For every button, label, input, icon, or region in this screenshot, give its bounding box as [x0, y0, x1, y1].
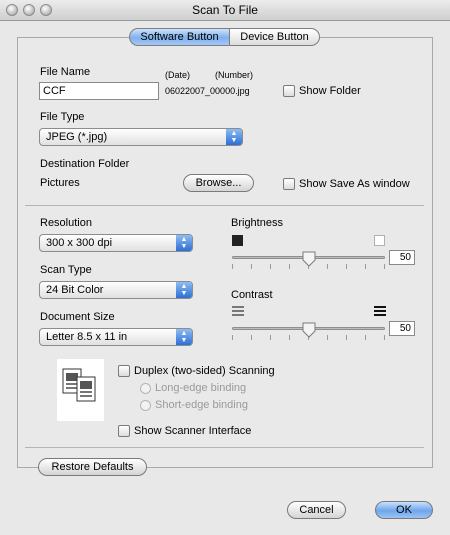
- file-type-value: JPEG (*.jpg): [46, 131, 108, 143]
- file-name-sample: 06022007_00000.jpg: [165, 86, 250, 96]
- tab-software-button[interactable]: Software Button: [129, 28, 230, 46]
- duplex-preview-image: [57, 359, 104, 421]
- show-folder-checkbox[interactable]: [283, 85, 295, 97]
- scanner-interface-label: Show Scanner Interface: [134, 425, 252, 437]
- show-save-as-checkbox[interactable]: [283, 178, 295, 190]
- low-contrast-icon: [232, 306, 244, 316]
- separator: [25, 447, 424, 448]
- resolution-popup[interactable]: 300 x 300 dpi ▲ ▼: [39, 234, 193, 252]
- high-contrast-icon: [374, 306, 386, 316]
- file-name-field[interactable]: CCF: [39, 82, 159, 100]
- scanner-interface-checkbox[interactable]: [118, 425, 130, 437]
- duplex-label: Duplex (two-sided) Scanning: [134, 365, 275, 377]
- file-type-label: File Type: [40, 111, 85, 123]
- duplex-checkbox[interactable]: [118, 365, 130, 377]
- resolution-label: Resolution: [40, 217, 92, 229]
- separator: [25, 205, 424, 206]
- destination-folder-label: Destination Folder: [40, 158, 130, 170]
- light-square-icon: [374, 235, 385, 246]
- popup-arrows-icon: ▲ ▼: [176, 282, 192, 298]
- show-folder-label: Show Folder: [299, 85, 361, 97]
- document-size-label: Document Size: [40, 311, 115, 323]
- restore-defaults-button[interactable]: Restore Defaults: [38, 458, 147, 476]
- short-edge-label: Short-edge binding: [155, 399, 248, 411]
- contrast-slider-thumb[interactable]: [302, 322, 316, 338]
- brightness-label: Brightness: [231, 217, 283, 229]
- contrast-value-field[interactable]: 50: [389, 321, 415, 336]
- popup-arrows-icon: ▲ ▼: [226, 129, 242, 145]
- scan-type-popup[interactable]: 24 Bit Color ▲ ▼: [39, 281, 193, 299]
- dark-square-icon: [232, 235, 243, 246]
- tab-device-button[interactable]: Device Button: [229, 28, 320, 46]
- long-edge-label: Long-edge binding: [155, 382, 247, 394]
- ok-button[interactable]: OK: [375, 501, 433, 519]
- popup-arrows-icon: ▲ ▼: [176, 329, 192, 345]
- number-caption: (Number): [215, 70, 254, 80]
- brightness-slider-thumb[interactable]: [302, 251, 316, 267]
- scan-type-value: 24 Bit Color: [46, 284, 104, 296]
- resolution-value: 300 x 300 dpi: [46, 237, 113, 249]
- cancel-button[interactable]: Cancel: [287, 501, 346, 519]
- document-size-value: Letter 8.5 x 11 in: [46, 331, 128, 343]
- destination-folder-name: Pictures: [40, 177, 80, 189]
- document-size-popup[interactable]: Letter 8.5 x 11 in ▲ ▼: [39, 328, 193, 346]
- date-caption: (Date): [165, 70, 191, 80]
- brightness-value-field[interactable]: 50: [389, 250, 415, 265]
- file-type-popup[interactable]: JPEG (*.jpg) ▲ ▼: [39, 128, 243, 146]
- scan-type-label: Scan Type: [40, 264, 92, 276]
- long-edge-radio[interactable]: [140, 383, 151, 394]
- browse-button[interactable]: Browse...: [183, 174, 254, 192]
- show-save-as-label: Show Save As window: [299, 178, 410, 190]
- duplex-pages-icon: [62, 368, 96, 402]
- popup-arrows-icon: ▲ ▼: [176, 235, 192, 251]
- window-title: Scan To File: [192, 3, 258, 17]
- short-edge-radio[interactable]: [140, 400, 151, 411]
- contrast-label: Contrast: [231, 289, 273, 301]
- file-name-label: File Name: [40, 66, 91, 78]
